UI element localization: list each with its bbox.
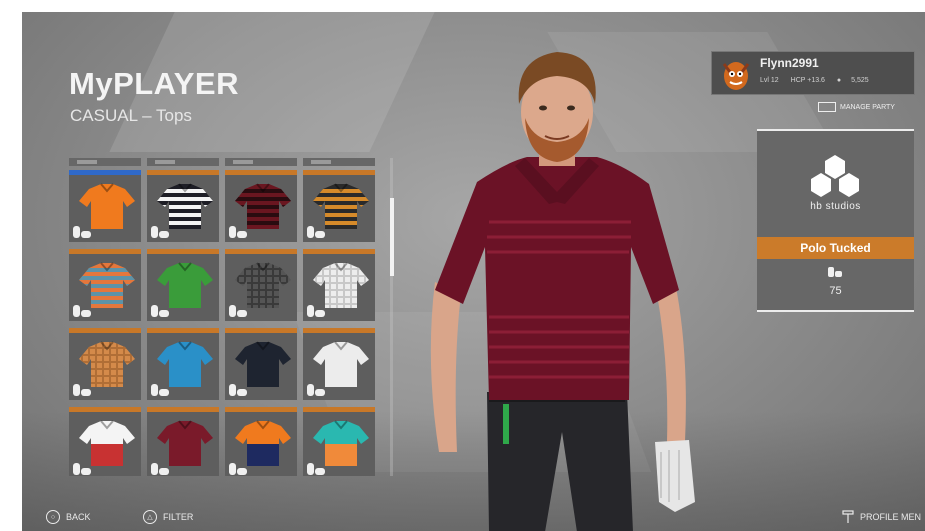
trouser-accent — [503, 404, 509, 444]
hb-studios-logo-icon — [811, 155, 859, 197]
back-label: BACK — [66, 512, 91, 522]
shirt-tile[interactable] — [303, 328, 375, 400]
currency-icon — [307, 305, 327, 317]
filter-label: FILTER — [163, 512, 194, 522]
currency-icon — [229, 226, 249, 238]
polo-shirt-icon — [79, 341, 135, 387]
shirt-tile-partial[interactable] — [303, 158, 375, 166]
currency-icon — [229, 305, 249, 317]
game-screen: MyPLAYER CASUAL – Tops Flynn2991 Lvl 12 … — [22, 12, 925, 531]
shirt-tile[interactable] — [69, 249, 141, 321]
shirt-tile[interactable] — [69, 407, 141, 476]
currency-icon — [151, 463, 171, 475]
shirt-tile[interactable] — [147, 328, 219, 400]
manage-party-label: MANAGE PARTY — [840, 103, 895, 111]
polo-shirt-icon — [235, 262, 291, 308]
polo-shirt-icon — [79, 183, 135, 229]
polo-shirt-icon — [157, 183, 213, 229]
polo-shirt-icon — [79, 420, 135, 466]
filter-button[interactable]: △ FILTER — [143, 510, 193, 524]
currency-icon — [73, 463, 93, 475]
currency-icon — [73, 384, 93, 396]
profile-handicap: HCP +13.6 — [790, 77, 825, 84]
shirt-tile[interactable] — [225, 249, 297, 321]
profile-menu-button[interactable]: PROFILE MEN — [842, 510, 921, 524]
currency-icon — [73, 226, 93, 238]
item-preview-card: hb studios Polo Tucked 75 — [757, 129, 914, 312]
profile-stats: Lvl 12 HCP +13.6 ● 5,525 — [760, 77, 879, 84]
currency-icon — [151, 384, 171, 396]
character-eye — [539, 105, 547, 111]
grid-scrollbar-thumb[interactable] — [390, 198, 394, 276]
profile-card[interactable]: Flynn2991 Lvl 12 HCP +13.6 ● 5,525 — [711, 51, 915, 95]
profile-username: Flynn2991 — [760, 56, 819, 70]
shirt-tile-partial[interactable] — [225, 158, 297, 166]
manage-party-button[interactable]: MANAGE PARTY — [818, 102, 895, 112]
shirt-tile[interactable] — [225, 407, 297, 476]
currency-icon — [229, 463, 249, 475]
touchpad-icon — [842, 510, 854, 523]
shirt-tile[interactable] — [303, 407, 375, 476]
coin-icon: ● — [836, 77, 842, 84]
shirt-tile[interactable] — [69, 328, 141, 400]
currency-icon — [151, 305, 171, 317]
polo-shirt-icon — [313, 183, 369, 229]
currency-icon — [307, 226, 327, 238]
profile-level: Lvl 12 — [760, 77, 779, 84]
polo-shirt-icon — [313, 341, 369, 387]
polo-shirt-icon — [235, 341, 291, 387]
character-left-arm — [430, 282, 461, 452]
polo-shirt-icon — [157, 420, 213, 466]
circle-button-icon: ○ — [46, 510, 60, 524]
character-right-arm — [657, 282, 686, 442]
profile-currency: 5,525 — [851, 77, 869, 84]
touchpad-icon — [818, 102, 836, 112]
polo-shirt-icon — [157, 341, 213, 387]
player-character — [430, 52, 695, 531]
item-price: 75 — [829, 285, 842, 297]
currency-icon — [73, 305, 93, 317]
currency-icon — [151, 226, 171, 238]
character-eye — [567, 105, 575, 111]
shirt-tile[interactable] — [147, 407, 219, 476]
brand-name: hb studios — [810, 201, 861, 212]
page-title: MyPLAYER — [69, 66, 239, 101]
shirt-tile[interactable] — [303, 249, 375, 321]
shirt-tile[interactable] — [147, 170, 219, 242]
shirt-tile-partial[interactable] — [69, 158, 141, 166]
triangle-button-icon: △ — [143, 510, 157, 524]
item-name-bar: Polo Tucked — [757, 237, 914, 259]
currency-icon — [307, 384, 327, 396]
polo-shirt-icon — [157, 262, 213, 308]
profile-avatar-icon — [722, 62, 750, 90]
shirt-tile[interactable] — [69, 170, 141, 242]
polo-shirt-icon — [313, 262, 369, 308]
shirt-tile[interactable] — [303, 170, 375, 242]
polo-shirt-icon — [235, 420, 291, 466]
profile-menu-label: PROFILE MEN — [860, 512, 922, 522]
shirt-tile[interactable] — [225, 170, 297, 242]
back-button[interactable]: ○ BACK — [46, 510, 91, 524]
shirt-tile[interactable] — [147, 249, 219, 321]
currency-icon — [229, 384, 249, 396]
currency-icon — [828, 267, 842, 277]
polo-shirt-icon — [313, 420, 369, 466]
category-subtitle: CASUAL – Tops — [70, 106, 192, 125]
shirt-tile-partial[interactable] — [147, 158, 219, 166]
shirt-tile[interactable] — [225, 328, 297, 400]
polo-shirt-icon — [235, 183, 291, 229]
currency-icon — [307, 463, 327, 475]
shirt-grid — [69, 158, 379, 476]
polo-shirt-icon — [79, 262, 135, 308]
